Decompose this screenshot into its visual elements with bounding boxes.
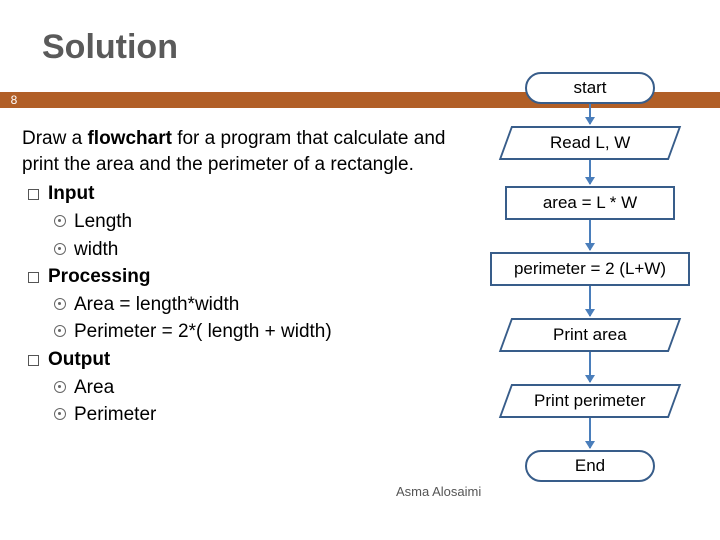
flow-print-perimeter-label: Print perimeter <box>534 391 645 411</box>
flow-read: Read L, W <box>499 126 681 160</box>
problem-statement: Draw a flowchart for a program that calc… <box>22 126 482 177</box>
para-bold: flowchart <box>87 128 171 149</box>
flow-end: End <box>525 450 655 482</box>
list-item: Length <box>48 209 482 235</box>
flow-arrow <box>589 104 591 124</box>
flow-read-label: Read L, W <box>550 133 630 153</box>
flow-print-area-label: Print area <box>553 325 627 345</box>
flow-arrow <box>589 160 591 184</box>
section-output: Output Area Perimeter <box>22 347 482 428</box>
flow-perimeter: perimeter = 2 (L+W) <box>490 252 690 286</box>
list-item: width <box>48 237 482 263</box>
flow-arrow <box>589 220 591 250</box>
page-number: 8 <box>0 92 28 108</box>
list-item: Area <box>48 375 482 401</box>
input-label: Input <box>48 183 94 204</box>
flow-print-area: Print area <box>499 318 681 352</box>
list-item: Perimeter = 2*( length + width) <box>48 319 482 345</box>
footer-author: Asma Alosaimi <box>396 484 481 499</box>
flow-area: area = L * W <box>505 186 675 220</box>
flow-arrow <box>589 352 591 382</box>
slide-title: Solution <box>42 28 178 67</box>
body-content: Draw a flowchart for a program that calc… <box>22 126 482 430</box>
para-pre: Draw a <box>22 128 87 149</box>
flowchart: start Read L, W area = L * W perimeter =… <box>470 72 710 532</box>
processing-label: Processing <box>48 266 150 287</box>
section-input: Input Length width <box>22 181 482 262</box>
flow-print-perimeter: Print perimeter <box>499 384 681 418</box>
list-item: Area = length*width <box>48 292 482 318</box>
flow-arrow <box>589 418 591 448</box>
flow-arrow <box>589 286 591 316</box>
flow-start: start <box>525 72 655 104</box>
output-label: Output <box>48 349 110 370</box>
list-item: Perimeter <box>48 402 482 428</box>
section-processing: Processing Area = length*width Perimeter… <box>22 264 482 345</box>
